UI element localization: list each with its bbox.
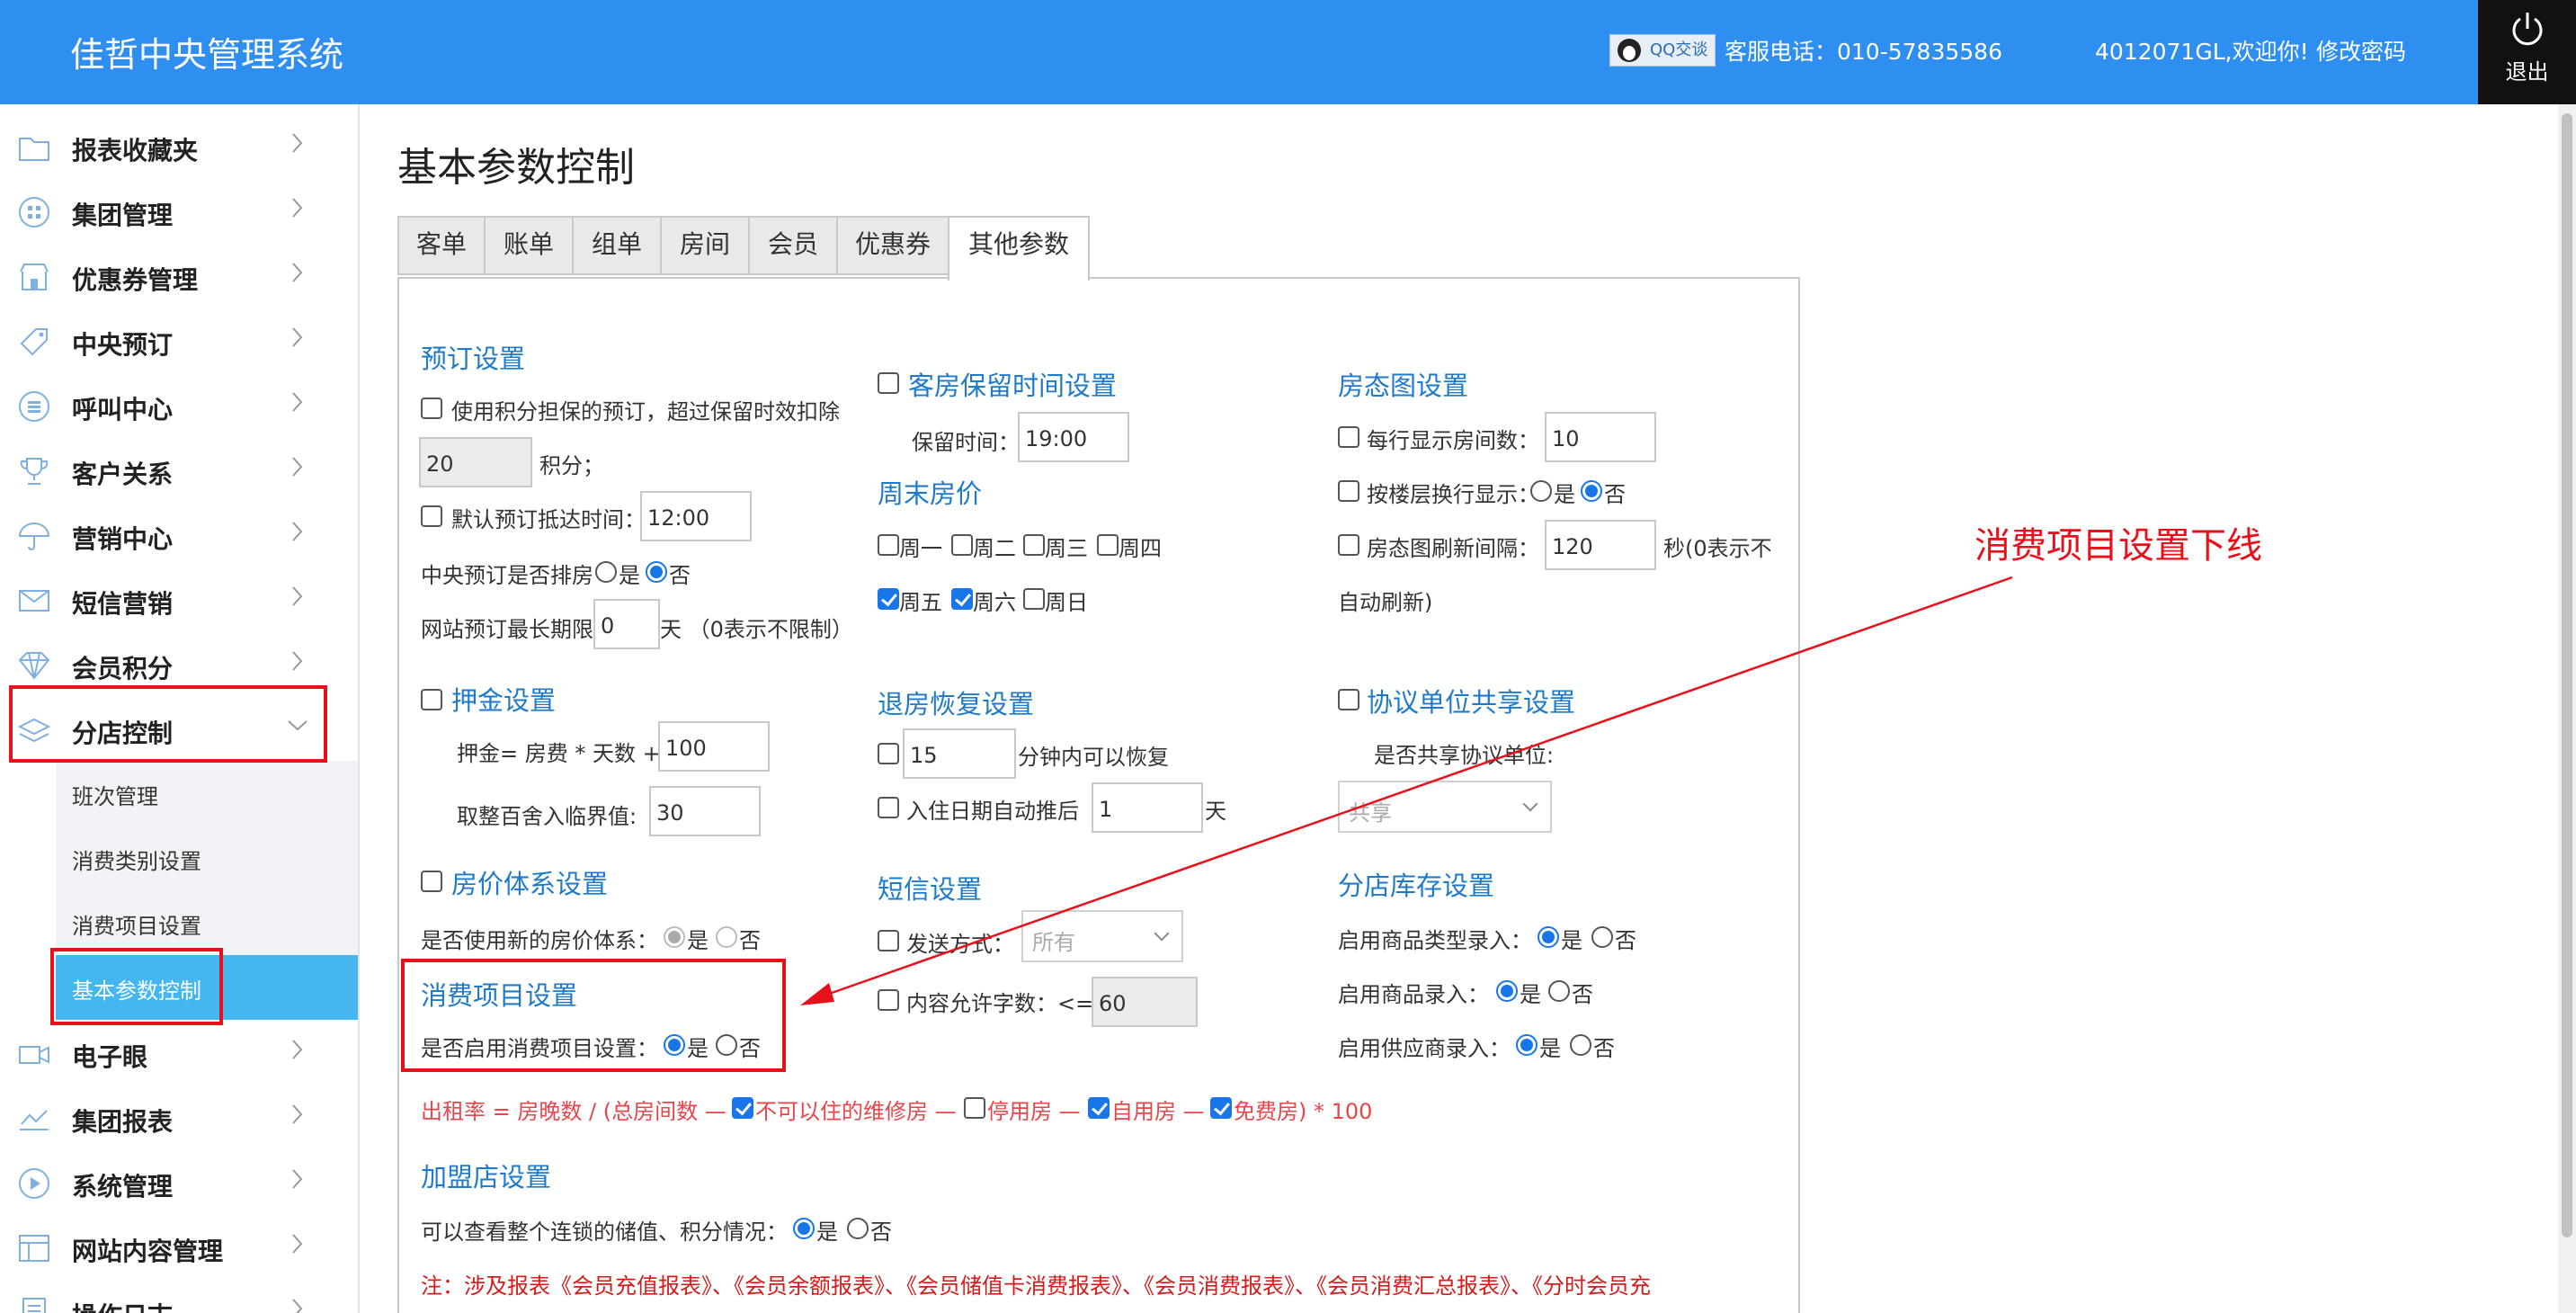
tab-other-params[interactable]: 其他参数: [948, 216, 1090, 281]
vertical-scrollbar[interactable]: [2558, 104, 2576, 1313]
annotation-arrow: [800, 576, 2013, 1005]
annotation-text: 消费项目设置下线: [1974, 525, 2262, 567]
scrollbar-thumb[interactable]: [2562, 113, 2572, 1237]
